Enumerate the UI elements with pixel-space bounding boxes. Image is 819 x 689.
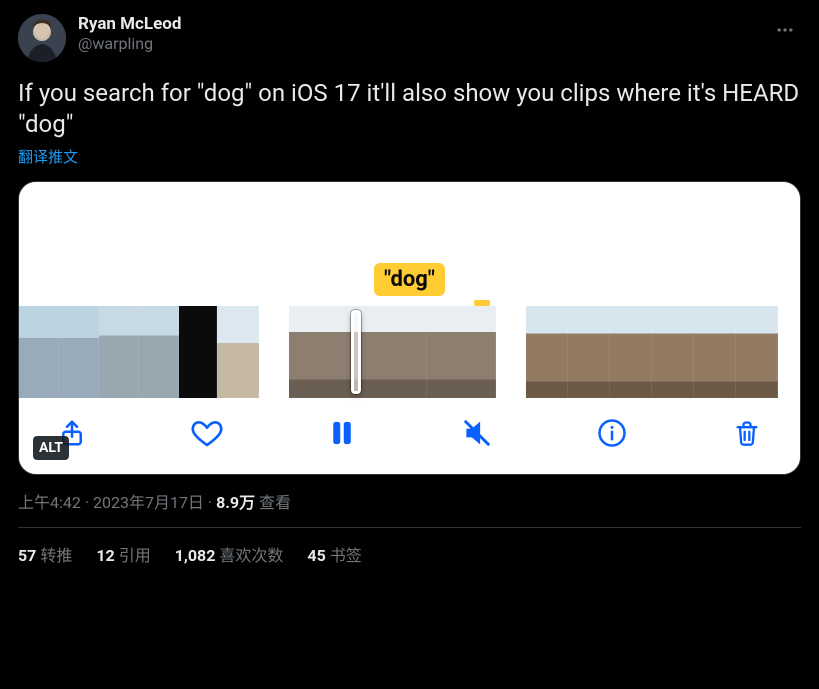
thumbnail [179,306,217,398]
avatar[interactable] [18,14,66,62]
tweet-container: Ryan McLeod @warpling If you search for … [0,0,819,566]
time[interactable]: 上午4:42 [18,493,81,512]
delete-button[interactable] [730,416,764,450]
alt-badge[interactable]: ALT [33,436,69,460]
speaker-muted-icon [462,418,492,448]
clip-group-1 [19,306,259,398]
thumbnail [139,306,179,398]
thumbnail [694,306,736,398]
thumbnail [736,306,778,398]
date[interactable]: 2023年7月17日 [93,493,204,512]
translate-link[interactable]: 翻译推文 [18,146,801,167]
clip-gap [496,306,526,398]
playhead[interactable] [351,310,361,394]
likes[interactable]: 1,082喜欢次数 [175,542,284,566]
video-timeline[interactable] [19,306,800,398]
trash-icon [733,419,761,447]
thumbnail [289,306,358,398]
author-names[interactable]: Ryan McLeod @warpling [78,14,181,54]
tweet-header: Ryan McLeod @warpling [18,14,801,62]
thumbnail [526,306,568,398]
quotes[interactable]: 12引用 [96,542,150,566]
mute-button[interactable] [460,416,494,450]
more-button[interactable] [769,14,801,46]
clip-group-2 [289,306,496,398]
tweet-meta: 上午4:42 · 2023年7月17日 · 8.9万 查看 [18,489,801,513]
clip-group-3 [526,306,778,398]
pause-icon [328,419,356,447]
display-name: Ryan McLeod [78,14,181,34]
thumbnail [568,306,610,398]
engagement-row: 57转推 12引用 1,082喜欢次数 45书签 [18,528,801,566]
views-label: 查看 [255,493,291,512]
thumbnail [99,306,139,398]
media-card[interactable]: "dog" [18,181,801,475]
clip-gap [259,306,289,398]
heart-icon [191,417,223,449]
thumbnail [217,306,259,398]
ios-controls [19,398,800,474]
pause-button[interactable] [325,416,359,450]
thumbnail [610,306,652,398]
thumbnail [427,306,496,398]
views-count: 8.9万 [216,493,255,512]
bookmarks[interactable]: 45书签 [307,542,361,566]
thumbnail [59,306,99,398]
handle: @warpling [78,34,181,54]
thumbnail [652,306,694,398]
ellipsis-icon [775,20,795,40]
like-button[interactable] [190,416,224,450]
thumbnail [358,306,427,398]
caption-bubble: "dog" [374,263,445,296]
retweets[interactable]: 57转推 [18,542,72,566]
thumbnail [19,306,59,398]
media-top: "dog" [19,182,800,306]
info-icon [597,418,627,448]
info-button[interactable] [595,416,629,450]
tweet-text: If you search for "dog" on iOS 17 it'll … [18,78,801,140]
